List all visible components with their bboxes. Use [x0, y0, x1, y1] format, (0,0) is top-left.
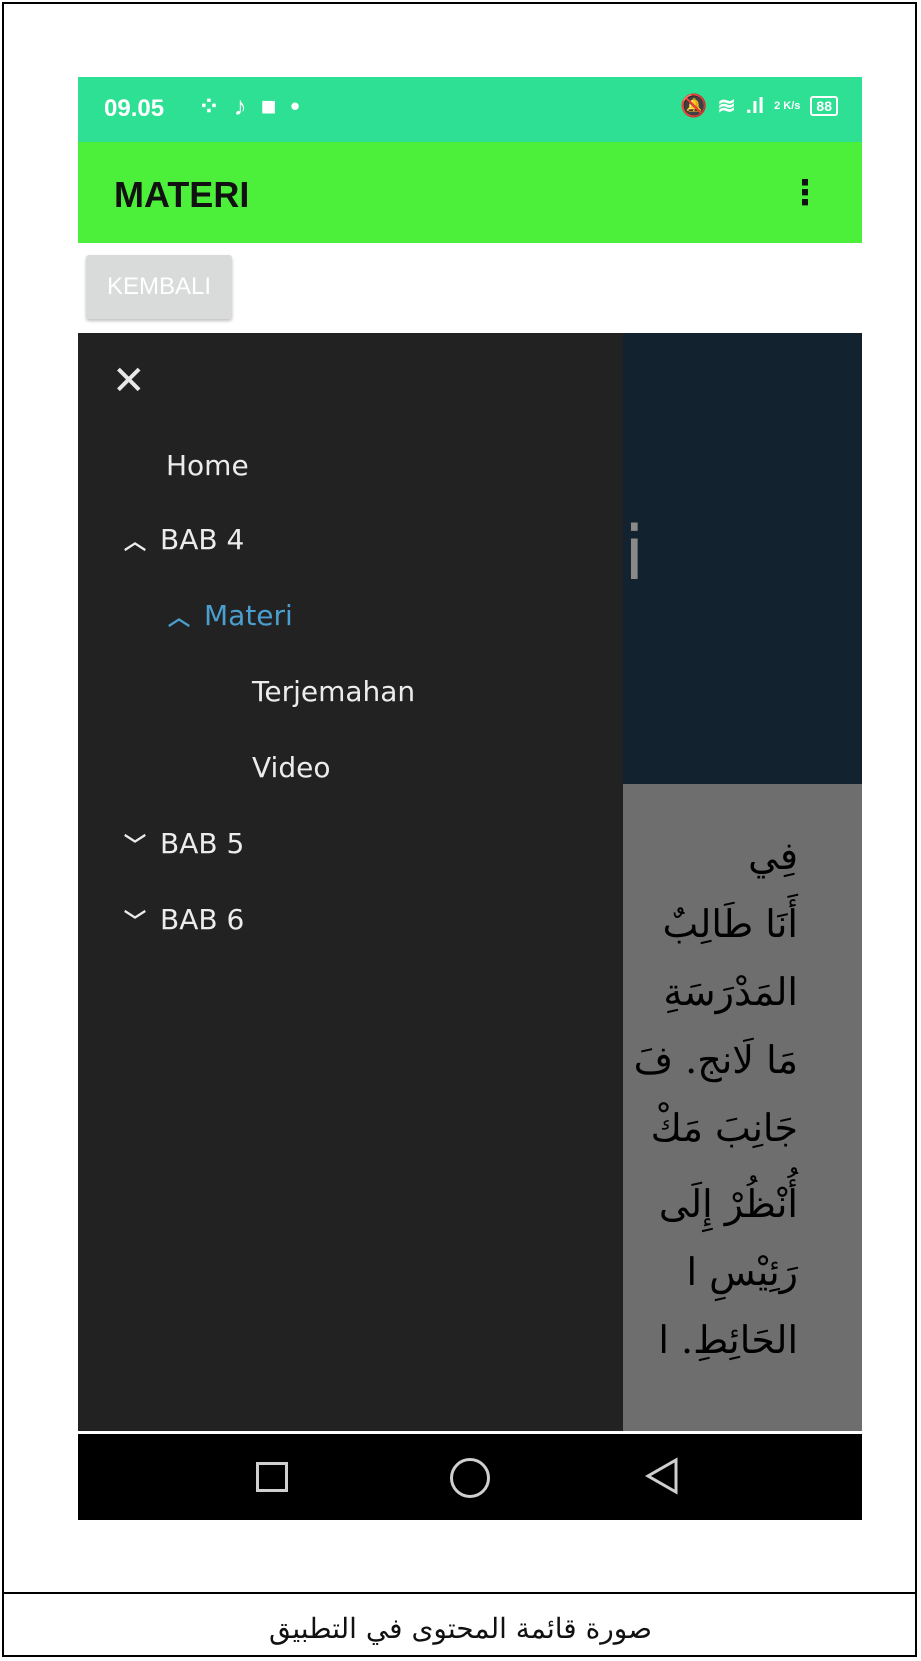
menu-item-home[interactable]: Home [166, 449, 249, 482]
close-icon[interactable]: ✕ [112, 361, 146, 401]
back-button[interactable]: KEMBALI [86, 255, 232, 319]
figure-caption: صورة قائمة المحتوى في التطبيق [268, 1612, 653, 1645]
menu-item-label: Terjemahan [252, 675, 416, 708]
main-content: i فِي أَنَا طَالِبٌ المَدْرَسَةِ مَا لَا… [78, 333, 862, 1517]
menu-item-bab-6[interactable]: ﹀ BAB 6 [120, 903, 244, 936]
square-icon: ■ [260, 91, 291, 121]
speed-icon: 2 K/s [774, 99, 801, 112]
menu-item-bab-5[interactable]: ﹀ BAB 5 [120, 827, 244, 860]
menu-item-materi[interactable]: ︿ Materi [164, 599, 293, 632]
banner-text: i [624, 511, 645, 597]
wifi-icon: ≋ [717, 93, 736, 118]
navigation-drawer: ✕ Home ︿ BAB 4 ︿ Materi Terjemahan Video… [78, 333, 623, 1431]
notification-icons: ⁘♪■• [198, 91, 314, 122]
phone-screen: 09.05 ⁘♪■• 🔕 ≋ .ıl 2 K/s 88 MATERI ⋮ KEM… [78, 77, 862, 1520]
menu-item-terjemahan[interactable]: Terjemahan [252, 675, 415, 708]
signal-icon: .ıl [745, 93, 765, 118]
caption-divider [4, 1592, 915, 1594]
menu-item-video[interactable]: Video [252, 751, 330, 784]
mute-icon: 🔕 [679, 93, 708, 118]
dot-icon: • [290, 91, 314, 121]
menu-item-label: Video [252, 751, 331, 784]
back-icon[interactable] [644, 1456, 680, 1500]
system-nav-bar [78, 1434, 862, 1520]
grid-icon: ⁘ [198, 91, 234, 121]
menu-item-label: BAB 4 [160, 523, 245, 556]
app-title: MATERI [114, 174, 250, 215]
battery-icon: 88 [810, 96, 838, 116]
recents-icon[interactable] [256, 1462, 288, 1492]
home-icon[interactable] [450, 1458, 490, 1498]
overflow-menu-icon[interactable]: ⋮ [788, 176, 822, 210]
menu-item-label: Materi [204, 599, 293, 632]
menu-item-bab-4[interactable]: ︿ BAB 4 [120, 523, 244, 556]
system-icons: 🔕 ≋ .ıl 2 K/s 88 [680, 93, 838, 119]
menu-item-label: BAB 5 [160, 827, 245, 860]
tiktok-icon: ♪ [233, 91, 261, 121]
menu-item-label: BAB 6 [160, 903, 245, 936]
chevron-up-icon: ︿ [167, 605, 190, 631]
chevron-down-icon: ﹀ [123, 909, 146, 935]
back-triangle-icon [644, 1457, 678, 1495]
chevron-up-icon: ︿ [123, 529, 146, 555]
status-time: 09.05 [104, 95, 165, 122]
menu-item-label: Home [166, 449, 249, 482]
status-bar: 09.05 ⁘♪■• 🔕 ≋ .ıl 2 K/s 88 [78, 77, 862, 142]
chevron-down-icon: ﹀ [123, 833, 146, 859]
app-bar: MATERI ⋮ [78, 142, 862, 243]
